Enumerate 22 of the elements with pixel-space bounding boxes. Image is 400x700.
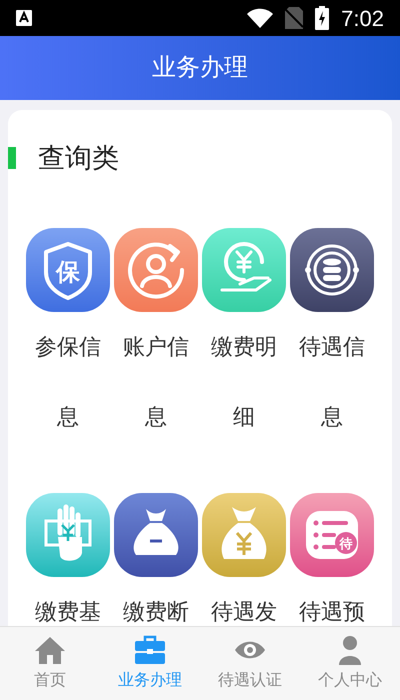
notification-icon bbox=[16, 10, 32, 26]
database-icon bbox=[290, 228, 374, 312]
list-icon: 待 bbox=[290, 493, 374, 577]
status-time: 7:02 bbox=[341, 4, 384, 32]
bag-minus-icon bbox=[114, 493, 198, 577]
service-item[interactable]: 缴费明细 bbox=[200, 228, 288, 452]
service-item[interactable]: 待遇信息 bbox=[288, 228, 376, 452]
account-icon bbox=[114, 228, 198, 312]
wifi-icon bbox=[247, 8, 274, 28]
shield-icon: 保 bbox=[26, 228, 110, 312]
bag-yen-icon bbox=[202, 493, 286, 577]
payment-icon bbox=[202, 228, 286, 312]
header-title: 业务办理 bbox=[152, 53, 248, 83]
service-item[interactable]: 账户信息 bbox=[112, 228, 200, 452]
no-sim-icon bbox=[285, 7, 304, 29]
battery-icon bbox=[315, 6, 330, 30]
cash-icon bbox=[26, 493, 110, 577]
service-item[interactable]: 保 参保信息 bbox=[24, 228, 112, 452]
briefcase-icon bbox=[134, 634, 166, 664]
section-title: 查询类 bbox=[38, 142, 119, 175]
home-icon bbox=[34, 634, 66, 664]
section-marker bbox=[8, 147, 16, 169]
